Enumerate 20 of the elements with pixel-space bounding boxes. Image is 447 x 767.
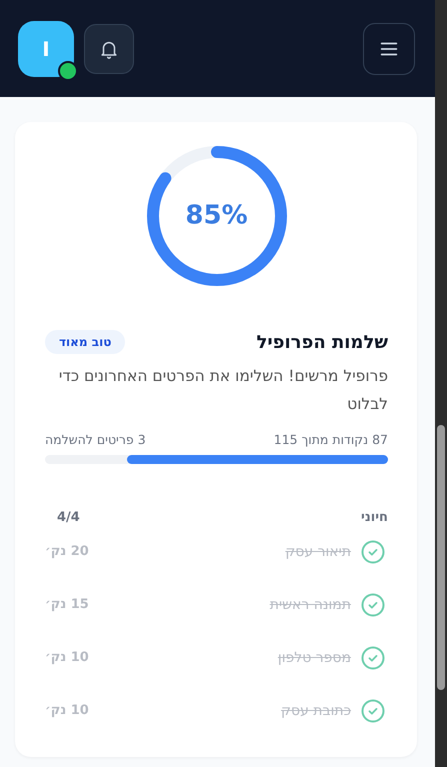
checklist-item: כתובת עסק [280,702,351,718]
percent-value: 85% [185,202,248,230]
item-points: 10 נק׳ [45,703,89,718]
section-title: חיוני [361,510,388,525]
points-text: 87 נקודות מתוך 115 [274,432,388,447]
item-points: 10 נק׳ [45,650,89,665]
checklist-item: תיאור עסק [284,544,351,560]
message-text: פרופיל מרשים! השלימו את הפרטים האחרונים כדי לבלוט [58,366,388,415]
scroll-bar[interactable] [435,0,447,767]
remaining-text: 3 פריטים להשלמה [45,432,146,447]
card-title: שלמות הפרופיל [256,332,388,352]
section-count: 4/4 [57,510,80,525]
rating-badge: טוב מאוד [45,330,126,354]
menu-button[interactable] [363,22,415,74]
scroll-thumb[interactable] [437,425,445,690]
item-points: 20 נק׳ [45,544,89,559]
checklist-item: מספר טלפון [276,650,351,666]
checklist-item: תמונה ראשית [268,596,351,612]
item-points: 15 נק׳ [45,597,89,612]
notifications-button[interactable] [84,24,134,74]
